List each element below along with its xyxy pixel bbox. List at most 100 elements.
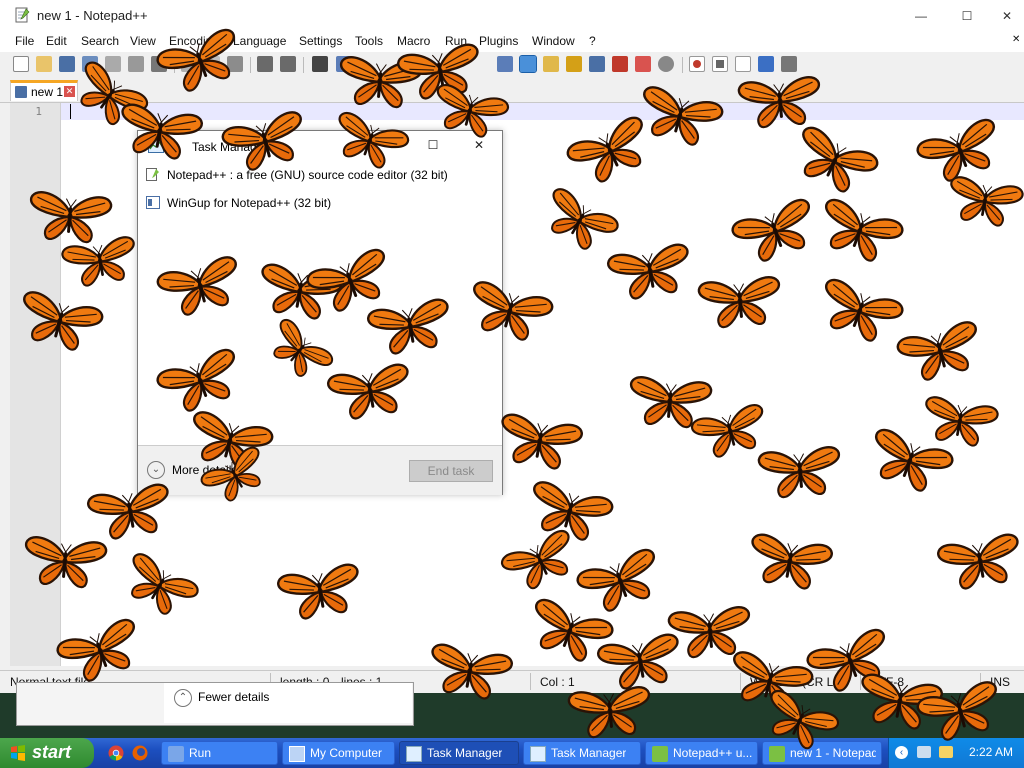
taskbar-item-label: Run [189,746,212,760]
maximize-button[interactable]: ☐ [944,0,990,32]
play-macro-icon[interactable] [735,56,751,72]
process-row[interactable]: WinGup for Notepad++ (32 bit) [146,192,496,214]
taskbar-item-notepad-updater[interactable]: Notepad++ u... [645,741,758,765]
text-caret [70,104,71,119]
process-name: WinGup for Notepad++ (32 bit) [167,196,332,210]
chevron-up-icon[interactable]: ⌃ [174,689,192,707]
taskbar-item-task-manager[interactable]: Task Manager [399,741,519,765]
stop-macro-icon[interactable] [712,56,728,72]
menu-edit[interactable]: Edit [46,34,67,48]
my-computer-icon [289,746,305,762]
monitoring-icon[interactable] [635,56,651,72]
tab-label: new 1 [31,85,64,99]
toolbar-separator [303,57,304,73]
status-eol: Windows (CR LF) [750,675,845,689]
more-details-link[interactable]: More details [172,463,237,477]
redo-icon[interactable] [280,56,296,72]
show-all-chars-icon[interactable] [497,56,513,72]
function-list-icon[interactable] [566,56,582,72]
menu-language[interactable]: Language [233,34,286,48]
system-tray: ‹ 2:22 AM [888,738,1024,768]
cut-icon[interactable] [181,56,197,72]
toolbar-separator [682,57,683,73]
title-bar[interactable]: new 1 - Notepad++ — ☐ ✕ [0,0,1024,32]
close-icon: ✕ [1001,9,1013,23]
menu-window[interactable]: Window [532,34,575,48]
doc-map-icon[interactable] [543,56,559,72]
taskbar-item-label: Task Manager [427,746,503,760]
menu-help[interactable]: ? [589,34,596,48]
doc-list-icon[interactable] [612,56,628,72]
taskbar-item-my-computer[interactable]: My Computer [282,741,395,765]
new-file-icon[interactable] [13,56,29,72]
minimize-icon: — [915,9,927,23]
taskbar-item-label: new 1 - Notepad++ [790,746,876,760]
menu-encoding[interactable]: Encoding [169,34,219,48]
close-button[interactable]: ✕ [990,0,1024,32]
replace-icon[interactable] [336,56,352,72]
minimize-button[interactable]: — [898,0,944,32]
notepad-plus-icon [15,7,30,23]
save-icon [15,86,27,98]
menu-run[interactable]: Run [445,34,467,48]
chrome-icon[interactable] [108,745,124,761]
network-icon[interactable] [917,746,931,758]
tab-new-1[interactable]: new 1 ✕ [10,80,78,101]
close-all-icon[interactable] [128,56,144,72]
clock[interactable]: 2:22 AM [969,745,1013,759]
tm-close-button[interactable]: ✕ [464,135,494,155]
close-file-icon[interactable] [105,56,121,72]
save-macro-icon[interactable] [781,56,797,72]
status-separator [530,673,531,690]
menu-view[interactable]: View [130,34,156,48]
volume-icon[interactable] [939,746,953,758]
tm-minimize-button[interactable]: — [374,135,404,155]
status-separator [980,673,981,690]
toolbar [0,52,1024,78]
taskbar-item-label: Notepad++ u... [673,746,753,760]
task-manager-footer: ⌄ More details End task [138,445,502,495]
copy-icon[interactable] [204,56,220,72]
taskbar-item-task-manager-2[interactable]: Task Manager [523,741,641,765]
save-icon[interactable] [59,56,75,72]
print-icon[interactable] [151,56,167,72]
task-manager-background-window[interactable]: ⌃ Fewer details [16,682,414,726]
close-icon[interactable]: ✕ [64,86,75,97]
fewer-details-link[interactable]: Fewer details [198,690,269,704]
notepad-plus-icon [769,746,785,762]
menu-close-icon[interactable]: ✕ [1012,34,1020,45]
find-icon[interactable] [312,56,328,72]
tm-maximize-button[interactable]: ☐ [418,135,448,155]
menu-plugins[interactable]: Plugins [479,34,518,48]
taskbar-item-run[interactable]: Run [161,741,278,765]
tab-strip: new 1 ✕ [0,78,1024,103]
butterfly-icon [567,685,654,741]
open-file-icon[interactable] [36,56,52,72]
process-row[interactable]: Notepad++ : a free (GNU) source code edi… [146,164,496,186]
notepad-plus-icon [146,168,159,181]
firefox-icon[interactable] [132,745,148,761]
menu-settings[interactable]: Settings [299,34,342,48]
taskbar-item-notepad[interactable]: new 1 - Notepad++ [762,741,882,765]
show-hidden-icons-button[interactable]: ‹ [895,746,908,759]
status-column: Col : 1 [540,675,575,689]
undo-icon[interactable] [257,56,273,72]
chevron-down-icon[interactable]: ⌄ [147,461,165,479]
run-macro-multiple-icon[interactable] [758,56,774,72]
save-all-icon[interactable] [82,56,98,72]
folder-workspace-icon[interactable] [589,56,605,72]
task-manager-icon [406,746,422,762]
end-task-button[interactable]: End task [409,460,493,482]
menu-file[interactable]: File [15,34,34,48]
indent-guide-icon[interactable] [519,55,537,73]
paste-icon[interactable] [227,56,243,72]
menu-tools[interactable]: Tools [355,34,383,48]
record-macro-icon[interactable] [689,56,705,72]
close-icon: ✕ [473,138,485,152]
start-button[interactable]: start [0,738,94,768]
task-manager-window: Task Manager — ☐ ✕ Notepad++ : a free (G… [137,130,503,495]
menu-macro[interactable]: Macro [397,34,430,48]
wingup-icon [146,196,160,209]
menu-search[interactable]: Search [81,34,119,48]
zoom-icon[interactable] [658,56,674,72]
